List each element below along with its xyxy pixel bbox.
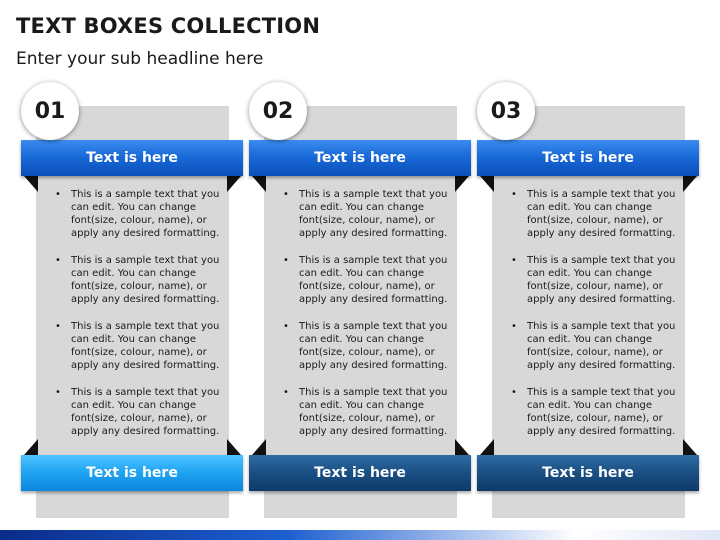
bullet-text: This is a sample text that you can edit.… xyxy=(527,321,676,371)
footer-gradient-bar xyxy=(0,530,720,540)
ribbon-fold-shadow xyxy=(24,176,38,192)
bullet-text: This is a sample text that you can edit.… xyxy=(299,387,448,437)
bullet-list: • This is a sample text that you can edit… xyxy=(53,188,231,452)
bullet-list: • This is a sample text that you can edit… xyxy=(509,188,687,452)
bullet-item: • This is a sample text that you can edit… xyxy=(283,255,448,305)
ribbon-fold-shadow xyxy=(252,439,266,455)
ribbon-fold-shadow xyxy=(227,176,241,192)
bottom-ribbon-label: Text is here xyxy=(249,455,471,491)
bullet-text: This is a sample text that you can edit.… xyxy=(71,255,220,305)
bullet-list: • This is a sample text that you can edit… xyxy=(281,188,459,452)
text-box-column-1: 01 Text is here • This is a sample text t… xyxy=(21,82,246,518)
top-ribbon-label: Text is here xyxy=(477,140,699,176)
bullet-text: This is a sample text that you can edit.… xyxy=(71,321,220,371)
bullet-item: • This is a sample text that you can edit… xyxy=(55,321,220,371)
number-badge: 02 xyxy=(249,82,307,140)
bullet-item: • This is a sample text that you can edit… xyxy=(511,189,676,239)
bullet-text: This is a sample text that you can edit.… xyxy=(71,189,220,239)
ribbon-fold-shadow xyxy=(683,439,697,455)
slide-title: TEXT BOXES COLLECTION xyxy=(16,14,321,38)
bullet-text: This is a sample text that you can edit.… xyxy=(527,255,676,305)
number-badge: 03 xyxy=(477,82,535,140)
bottom-ribbon-label: Text is here xyxy=(21,455,243,491)
bullet-text: This is a sample text that you can edit.… xyxy=(527,387,676,437)
text-box-column-2: 02 Text is here • This is a sample text t… xyxy=(249,82,474,518)
number-badge: 01 xyxy=(21,82,79,140)
bottom-ribbon-label: Text is here xyxy=(477,455,699,491)
bullet-text: This is a sample text that you can edit.… xyxy=(299,255,448,305)
bullet-item: • This is a sample text that you can edit… xyxy=(283,189,448,239)
bullet-item: • This is a sample text that you can edit… xyxy=(283,321,448,371)
bullet-item: • This is a sample text that you can edit… xyxy=(55,189,220,239)
slide-subtitle: Enter your sub headline here xyxy=(16,49,264,69)
bullet-text: This is a sample text that you can edit.… xyxy=(71,387,220,437)
bullet-text: This is a sample text that you can edit.… xyxy=(299,321,448,371)
ribbon-fold-shadow xyxy=(455,439,469,455)
ribbon-fold-shadow xyxy=(252,176,266,192)
bullet-item: • This is a sample text that you can edit… xyxy=(55,255,220,305)
ribbon-fold-shadow xyxy=(227,439,241,455)
ribbon-fold-shadow xyxy=(455,176,469,192)
bullet-item: • This is a sample text that you can edit… xyxy=(511,387,676,437)
ribbon-fold-shadow xyxy=(683,176,697,192)
ribbon-fold-shadow xyxy=(24,439,38,455)
bullet-item: • This is a sample text that you can edit… xyxy=(55,387,220,437)
bullet-item: • This is a sample text that you can edit… xyxy=(511,255,676,305)
bullet-item: • This is a sample text that you can edit… xyxy=(283,387,448,437)
bullet-text: This is a sample text that you can edit.… xyxy=(299,189,448,239)
ribbon-fold-shadow xyxy=(480,439,494,455)
text-box-column-3: 03 Text is here • This is a sample text t… xyxy=(477,82,702,518)
top-ribbon-label: Text is here xyxy=(249,140,471,176)
top-ribbon-label: Text is here xyxy=(21,140,243,176)
bullet-text: This is a sample text that you can edit.… xyxy=(527,189,676,239)
bullet-item: • This is a sample text that you can edit… xyxy=(511,321,676,371)
ribbon-fold-shadow xyxy=(480,176,494,192)
